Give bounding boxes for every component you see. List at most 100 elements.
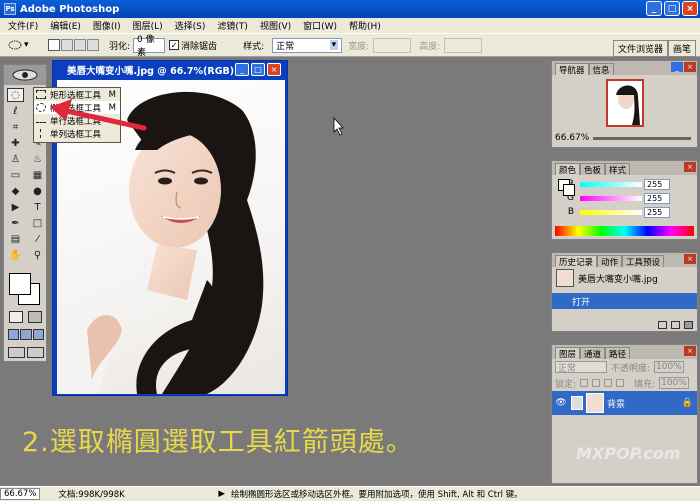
tab-info[interactable]: 信息 <box>588 63 614 76</box>
menu-image[interactable]: 图像(I) <box>87 19 127 32</box>
tab-color[interactable]: 颜色 <box>555 163 581 176</box>
healing-brush-icon[interactable]: ✚ <box>7 136 24 150</box>
tab-file-browser[interactable]: 文件浏览器 <box>612 40 668 57</box>
add-selection-mode-button[interactable] <box>61 39 73 51</box>
menu-file[interactable]: 文件(F) <box>2 19 44 32</box>
fill-input[interactable]: 100% <box>659 377 689 389</box>
green-channel-track[interactable] <box>580 195 642 201</box>
tab-styles[interactable]: 样式 <box>605 163 631 176</box>
panel-minimize-icon[interactable]: _ <box>671 62 683 72</box>
menu-layer[interactable]: 图层(L) <box>127 19 169 32</box>
zoom-tool-icon[interactable]: ⚲ <box>29 248 46 262</box>
lock-position-icon[interactable] <box>604 379 613 387</box>
hand-tool-icon[interactable]: ✋ <box>7 248 24 262</box>
gradient-tool-icon[interactable]: ▦ <box>29 168 46 182</box>
status-doc-info[interactable]: 文档:998K/998K <box>58 488 218 500</box>
menu-help[interactable]: 帮助(H) <box>343 19 387 32</box>
menu-window[interactable]: 窗口(W) <box>297 19 343 32</box>
dodge-tool-icon[interactable]: ● <box>29 184 46 198</box>
app-title: Adobe Photoshop <box>20 3 120 15</box>
clone-stamp-icon[interactable]: ♙ <box>7 152 24 166</box>
pen-tool-icon[interactable]: ✒ <box>7 216 24 230</box>
path-select-icon[interactable]: ▶ <box>7 200 24 214</box>
tab-channels[interactable]: 通道 <box>580 347 606 360</box>
color-spectrum-bar[interactable] <box>555 226 694 236</box>
flyout-item-elliptical-marquee[interactable]: 椭圆选框工具 M <box>34 101 120 114</box>
status-zoom[interactable]: 66.67% <box>0 488 41 500</box>
tab-brushes[interactable]: 画笔 <box>667 40 696 57</box>
tab-actions[interactable]: 动作 <box>597 255 623 268</box>
tool-preset-picker[interactable]: ▾ <box>8 40 42 50</box>
panel-close-icon[interactable]: × <box>684 346 696 356</box>
subtract-selection-mode-button[interactable] <box>74 39 86 51</box>
blue-channel-track[interactable] <box>580 209 642 215</box>
new-selection-mode-button[interactable] <box>48 39 60 51</box>
red-channel-input[interactable]: 255 <box>644 178 670 190</box>
flyout-item-rectangular-marquee[interactable]: 矩形选框工具 M <box>34 88 120 101</box>
navigator-zoom-value[interactable]: 66.67% <box>555 133 589 143</box>
intersect-selection-mode-button[interactable] <box>87 39 99 51</box>
quick-mask-icon[interactable] <box>9 311 23 323</box>
type-tool-icon[interactable]: T <box>29 200 46 214</box>
panel-close-icon[interactable]: × <box>684 162 696 172</box>
blur-tool-icon[interactable]: ◆ <box>7 184 24 198</box>
feather-input[interactable]: 0 像素 <box>133 35 166 58</box>
menu-view[interactable]: 视图(V) <box>254 19 297 32</box>
panel-close-icon[interactable]: × <box>684 62 696 72</box>
style-select[interactable]: 正常 ▾ <box>272 37 343 53</box>
color-bg-swatch[interactable] <box>563 184 575 196</box>
menu-edit[interactable]: 编辑(E) <box>44 19 87 32</box>
close-button[interactable]: × <box>682 1 698 16</box>
quick-mask-mode-icon[interactable] <box>28 311 42 323</box>
tab-paths[interactable]: 路径 <box>605 347 631 360</box>
lock-transparency-icon[interactable] <box>580 379 589 387</box>
flyout-item-single-column-marquee[interactable]: 单列选框工具 <box>34 127 120 140</box>
navigator-thumbnail[interactable] <box>605 79 644 127</box>
blue-channel-input[interactable]: 255 <box>644 206 670 218</box>
menu-select[interactable]: 选择(S) <box>169 19 212 32</box>
layer-row-background[interactable]: 👁 背景 🔒 <box>552 391 697 415</box>
brush-link-icon <box>571 396 583 410</box>
tab-swatches[interactable]: 色板 <box>580 163 606 176</box>
lock-all-icon[interactable] <box>616 379 625 387</box>
tab-navigator[interactable]: 导航器 <box>555 63 589 76</box>
minimize-button[interactable]: _ <box>646 1 662 16</box>
shape-tool-icon[interactable]: □ <box>29 216 46 230</box>
navigator-zoom-slider[interactable] <box>593 136 691 140</box>
blend-mode-select[interactable]: 正常 <box>555 361 607 374</box>
history-brush-icon[interactable]: ♨ <box>29 152 46 166</box>
red-channel-track[interactable] <box>580 181 642 187</box>
history-snapshot[interactable]: 美唇大嘴变小嘴.jpg <box>552 267 697 289</box>
marquee-tool-icon[interactable]: ◌ <box>7 88 24 102</box>
lock-image-icon[interactable] <box>592 379 601 387</box>
new-snapshot-icon[interactable] <box>671 321 680 329</box>
menu-filter[interactable]: 滤镜(T) <box>211 19 254 32</box>
width-input[interactable] <box>373 37 412 53</box>
history-state-open[interactable]: 打开 <box>552 293 697 309</box>
antialias-checkbox[interactable]: ✓ <box>169 40 180 50</box>
tab-layers[interactable]: 图层 <box>555 347 581 360</box>
opacity-input[interactable]: 100% <box>654 361 684 373</box>
eraser-tool-icon[interactable]: ▭ <box>7 168 24 182</box>
doc-maximize-button[interactable]: □ <box>251 63 265 76</box>
new-document-icon[interactable] <box>658 321 667 329</box>
green-channel-input[interactable]: 255 <box>644 192 670 204</box>
doc-minimize-button[interactable]: _ <box>235 63 249 76</box>
tab-tool-presets[interactable]: 工具预设 <box>622 255 665 268</box>
status-arrow-icon[interactable]: ▶ <box>218 489 225 499</box>
height-input[interactable] <box>444 37 483 53</box>
crop-tool-icon[interactable]: ⌗ <box>7 120 24 134</box>
notes-tool-icon[interactable]: ▤ <box>7 232 24 246</box>
lasso-tool-icon[interactable]: ℓ <box>7 104 24 118</box>
doc-close-button[interactable]: × <box>267 63 281 76</box>
jump-to-imageready-icon[interactable] <box>8 347 44 358</box>
foreground-color-swatch[interactable] <box>9 273 31 295</box>
screen-mode-icon[interactable] <box>8 329 44 340</box>
eye-icon[interactable]: 👁 <box>554 398 568 408</box>
eyedropper-tool-icon[interactable]: ⁄ <box>29 232 46 246</box>
trash-icon[interactable] <box>684 321 693 329</box>
tab-history[interactable]: 历史记录 <box>555 255 598 268</box>
flyout-item-single-row-marquee[interactable]: 单行选框工具 <box>34 114 120 127</box>
maximize-button[interactable]: □ <box>664 1 680 16</box>
panel-close-icon[interactable]: × <box>684 254 696 264</box>
